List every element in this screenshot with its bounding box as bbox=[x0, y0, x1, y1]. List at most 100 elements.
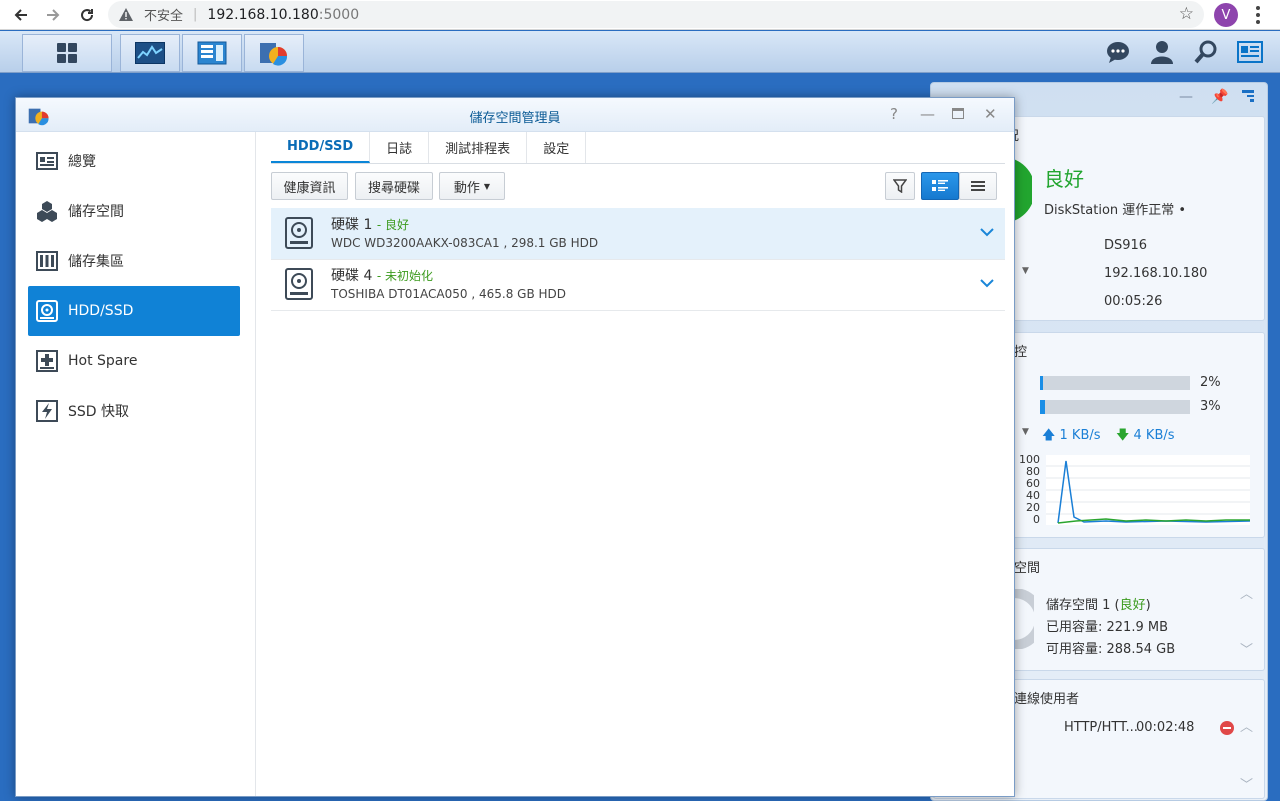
bookmark-star-icon[interactable]: ☆ bbox=[1179, 4, 1194, 24]
health-info-button[interactable]: 健康資訊 bbox=[271, 172, 348, 200]
reload-button[interactable] bbox=[72, 0, 102, 30]
disk-row[interactable]: 硬碟 1 - 良好 WDC WD3200AAKX-083CA1 , 298.1 … bbox=[271, 208, 1005, 260]
sidebar-item-storage-pool[interactable]: 儲存集區 bbox=[28, 236, 240, 286]
download-speed: 🡇 4 KB/s bbox=[1116, 426, 1175, 448]
maximize-icon[interactable] bbox=[952, 105, 964, 123]
volume-used: 已用容量: 221.9 MB bbox=[1046, 620, 1168, 635]
hot-spare-icon bbox=[36, 350, 58, 372]
hard-disk-icon bbox=[285, 217, 313, 249]
scroll-up-chevron-icon[interactable]: ︿ bbox=[1240, 583, 1253, 602]
forward-button[interactable] bbox=[38, 0, 68, 30]
profile-avatar[interactable]: V bbox=[1214, 3, 1238, 27]
search-icon bbox=[1194, 40, 1217, 64]
storage-manager-taskbar-button[interactable] bbox=[244, 34, 304, 72]
back-button[interactable] bbox=[6, 0, 36, 30]
minimize-icon[interactable]: — bbox=[920, 105, 935, 123]
volume-icon bbox=[36, 200, 58, 222]
server-uptime: 00:05:26 bbox=[1104, 294, 1163, 309]
find-disk-button[interactable]: 搜尋硬碟 bbox=[355, 172, 433, 200]
list-view-button[interactable] bbox=[959, 172, 997, 200]
disk-status-text: 未初始化 bbox=[384, 269, 433, 283]
action-dropdown-button[interactable]: 動作 ▼ bbox=[439, 172, 505, 200]
disk-name-text: 硬碟 4 bbox=[331, 268, 373, 284]
url-text: 192.168.10.180:5000 bbox=[207, 7, 359, 23]
back-arrow-icon bbox=[14, 9, 27, 21]
sidebar-item-label: Hot Spare bbox=[68, 353, 138, 369]
storage-manager-icon bbox=[260, 43, 288, 66]
widgets-toggle-button[interactable] bbox=[1232, 35, 1268, 69]
download-speed-value: 4 KB/s bbox=[1133, 428, 1175, 443]
user-session-time: 00:02:48 bbox=[1136, 720, 1195, 735]
browser-toolbar: 不安全 | 192.168.10.180:5000 ☆ V bbox=[0, 0, 1280, 30]
scroll-down-chevron-icon[interactable]: ﹀ bbox=[1240, 774, 1253, 793]
storage-widget-title: 空間 bbox=[1014, 561, 1041, 576]
pin-icon[interactable]: 📌 bbox=[1211, 89, 1228, 105]
server-model: DS916 bbox=[1104, 238, 1148, 253]
volume-name-text: 儲存空間 1 bbox=[1046, 598, 1111, 613]
volume-name: 儲存空間 1 (良好) bbox=[1046, 598, 1151, 613]
disk-name: 硬碟 4 - 未初始化 bbox=[331, 265, 433, 285]
sidebar-item-label: 總覽 bbox=[68, 154, 96, 170]
tab-hdd-ssd[interactable]: HDD/SSD bbox=[271, 132, 371, 163]
detail-view-button[interactable] bbox=[921, 172, 959, 200]
disk-status: - 未初始化 bbox=[376, 269, 433, 283]
expand-chevron-icon[interactable] bbox=[979, 275, 995, 291]
close-icon[interactable]: ✕ bbox=[984, 105, 997, 123]
url-port: :5000 bbox=[318, 6, 360, 23]
insecure-label: 不安全 bbox=[144, 9, 184, 24]
disk-status: - 良好 bbox=[376, 218, 409, 232]
disconnect-user-icon[interactable] bbox=[1220, 721, 1234, 735]
main-menu-button[interactable] bbox=[22, 34, 112, 72]
filter-icon bbox=[893, 179, 907, 193]
health-status-detail: DiskStation 運作正常 • bbox=[1044, 203, 1187, 218]
user-options-button[interactable] bbox=[1144, 35, 1180, 69]
tab-test-schedule[interactable]: 測試排程表 bbox=[429, 132, 528, 163]
sidebar-item-ssd-cache[interactable]: SSD 快取 bbox=[28, 386, 240, 436]
tab-settings[interactable]: 設定 bbox=[527, 132, 587, 163]
hard-disk-icon bbox=[285, 268, 313, 300]
tab-logs[interactable]: 日誌 bbox=[370, 132, 430, 163]
server-ip: 192.168.10.180 bbox=[1104, 266, 1208, 281]
expand-chevron-icon[interactable] bbox=[979, 224, 995, 240]
action-button-label: 動作 bbox=[453, 180, 480, 196]
url-host: 192.168.10.180 bbox=[207, 6, 319, 23]
sidebar-item-hot-spare[interactable]: Hot Spare bbox=[28, 336, 240, 386]
scroll-up-chevron-icon[interactable]: ︿ bbox=[1240, 716, 1253, 735]
address-bar[interactable]: 不安全 | 192.168.10.180:5000 ☆ bbox=[108, 1, 1204, 28]
storage-pool-icon bbox=[36, 250, 58, 272]
help-icon[interactable]: ? bbox=[890, 105, 898, 123]
detail-list-icon bbox=[932, 180, 948, 191]
upload-speed: 🡅 1 KB/s bbox=[1042, 426, 1101, 448]
volume-status: 良好 bbox=[1119, 598, 1146, 613]
scroll-down-chevron-icon[interactable]: ﹀ bbox=[1240, 639, 1253, 658]
resource-monitor-taskbar-button[interactable] bbox=[120, 34, 180, 72]
lan-dropdown-caret-icon[interactable]: ▼ bbox=[1022, 266, 1029, 276]
upload-speed-value: 1 KB/s bbox=[1059, 428, 1101, 443]
storage-usage-ring-icon bbox=[1014, 589, 1034, 649]
minimize-widgets-icon[interactable]: — bbox=[1179, 89, 1193, 105]
widget-settings-icon[interactable] bbox=[1241, 89, 1255, 107]
overview-icon bbox=[36, 150, 58, 172]
control-panel-taskbar-button[interactable] bbox=[182, 34, 242, 72]
ram-usage-fill bbox=[1040, 400, 1045, 414]
ram-usage-bar bbox=[1040, 400, 1190, 414]
sidebar-item-label: 儲存空間 bbox=[68, 204, 124, 220]
main-menu-icon bbox=[57, 43, 77, 63]
sidebar-item-hdd-ssd[interactable]: HDD/SSD bbox=[28, 286, 240, 336]
window-titlebar[interactable]: 儲存空間管理員 ? — ✕ bbox=[16, 98, 1014, 132]
window-title: 儲存空間管理員 bbox=[469, 111, 561, 126]
widgets-icon bbox=[1237, 41, 1263, 63]
browser-menu-icon[interactable] bbox=[1252, 4, 1264, 26]
forward-arrow-icon bbox=[47, 9, 60, 21]
filter-button[interactable] bbox=[885, 172, 915, 200]
y-tick: 0 bbox=[1033, 513, 1040, 526]
toolbar: 健康資訊 搜尋硬碟 動作 ▼ bbox=[271, 172, 1005, 202]
disk-row[interactable]: 硬碟 4 - 未初始化 TOSHIBA DT01ACA050 , 465.8 G… bbox=[271, 259, 1005, 311]
hdd-icon bbox=[36, 300, 58, 322]
notifications-button[interactable] bbox=[1100, 35, 1136, 69]
network-dropdown-caret-icon[interactable]: ▼ bbox=[1022, 427, 1029, 437]
sidebar-item-overview[interactable]: 總覽 bbox=[28, 136, 240, 186]
control-panel-icon bbox=[197, 41, 227, 65]
search-button[interactable] bbox=[1188, 35, 1224, 69]
sidebar-item-volume[interactable]: 儲存空間 bbox=[28, 186, 240, 236]
